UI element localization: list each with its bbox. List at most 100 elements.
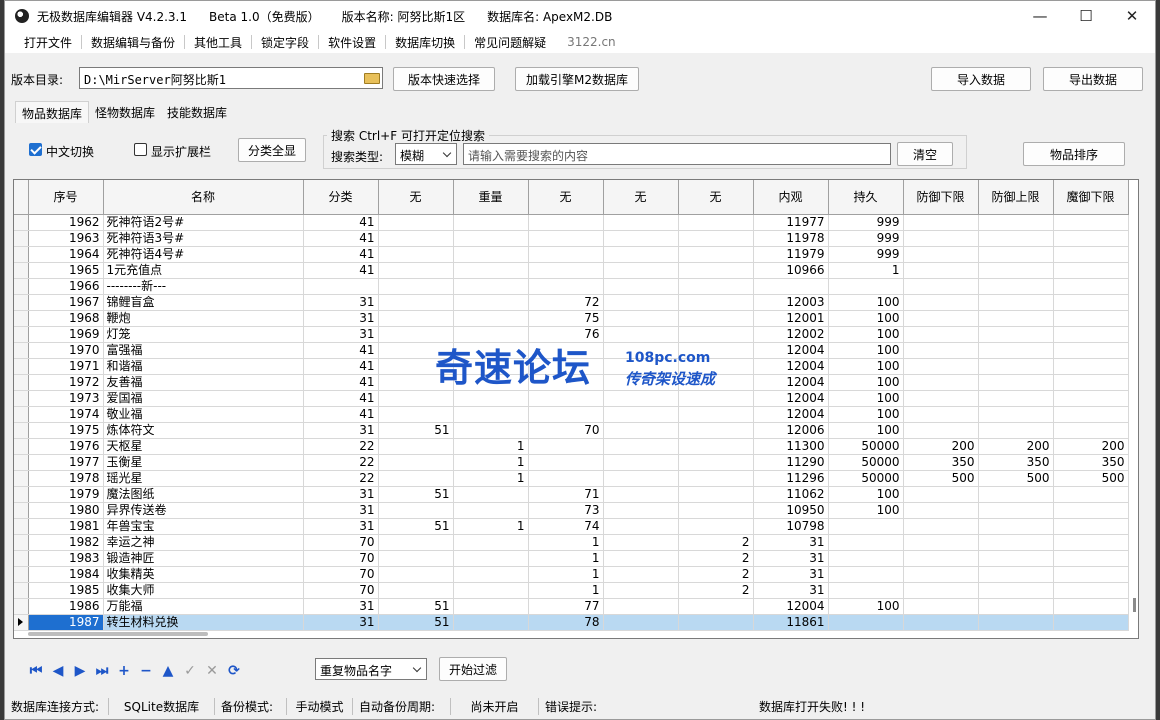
row-indicator[interactable] bbox=[14, 390, 29, 407]
table-cell[interactable]: 12004 bbox=[753, 342, 829, 359]
close-button[interactable]: ✕ bbox=[1109, 1, 1155, 31]
column-header[interactable]: 无 bbox=[603, 180, 679, 215]
items-grid[interactable]: 序号 名称 分类无重量无无无内观 持久 防御下限 防御上限 魔御下限 1962 死神符语2号#… bbox=[13, 179, 1139, 639]
row-indicator[interactable] bbox=[14, 550, 29, 567]
menu-faq[interactable]: 常见问题解疑 bbox=[465, 34, 555, 51]
table-cell[interactable] bbox=[603, 470, 679, 487]
table-cell[interactable]: 11296 bbox=[753, 470, 829, 487]
table-cell[interactable]: 72 bbox=[528, 294, 604, 311]
table-cell[interactable]: 友善福 bbox=[103, 374, 304, 391]
table-cell[interactable]: 41 bbox=[303, 214, 379, 231]
table-cell[interactable]: 1 bbox=[453, 438, 529, 455]
table-cell[interactable] bbox=[603, 502, 679, 519]
table-cell[interactable]: 500 bbox=[978, 470, 1054, 487]
table-cell[interactable] bbox=[1053, 294, 1129, 311]
table-row[interactable]: 1967 锦鲤盲盒 31 72 12003 100 bbox=[14, 294, 1129, 311]
table-row[interactable]: 1982 幸运之神 70 1 2 31 bbox=[14, 534, 1129, 551]
table-cell[interactable] bbox=[678, 406, 754, 423]
table-cell[interactable] bbox=[603, 598, 679, 615]
table-cell[interactable]: 1966 bbox=[28, 278, 104, 295]
delete-record-icon[interactable]: − bbox=[135, 662, 157, 680]
table-cell[interactable] bbox=[1053, 406, 1129, 423]
table-cell[interactable]: 瑶光星 bbox=[103, 470, 304, 487]
table-cell[interactable]: 12004 bbox=[753, 598, 829, 615]
table-cell[interactable] bbox=[603, 294, 679, 311]
table-cell[interactable] bbox=[903, 502, 979, 519]
table-cell[interactable]: 1969 bbox=[28, 326, 104, 343]
table-cell[interactable]: 1 bbox=[528, 582, 604, 599]
table-cell[interactable] bbox=[603, 230, 679, 247]
menu-lock-fields[interactable]: 锁定字段 bbox=[252, 34, 318, 51]
maximize-button[interactable]: ☐ bbox=[1063, 1, 1109, 31]
table-cell[interactable]: 锻造神匠 bbox=[103, 550, 304, 567]
add-record-icon[interactable]: + bbox=[113, 662, 135, 680]
table-cell[interactable] bbox=[678, 422, 754, 439]
folder-icon[interactable] bbox=[364, 73, 380, 84]
table-cell[interactable] bbox=[978, 502, 1054, 519]
table-cell[interactable] bbox=[378, 534, 454, 551]
table-cell[interactable] bbox=[903, 390, 979, 407]
table-cell[interactable]: 1971 bbox=[28, 358, 104, 375]
table-cell[interactable]: 100 bbox=[828, 358, 904, 375]
table-cell[interactable]: 死神符语4号# bbox=[103, 246, 304, 263]
table-cell[interactable] bbox=[378, 326, 454, 343]
table-cell[interactable] bbox=[603, 326, 679, 343]
table-cell[interactable]: --------新--- bbox=[103, 278, 304, 295]
table-cell[interactable]: 50000 bbox=[828, 470, 904, 487]
table-cell[interactable]: 100 bbox=[828, 342, 904, 359]
table-cell[interactable] bbox=[978, 566, 1054, 583]
menu-db-switch[interactable]: 数据库切换 bbox=[386, 34, 464, 51]
table-cell[interactable]: 1986 bbox=[28, 598, 104, 615]
row-indicator[interactable] bbox=[14, 454, 29, 471]
row-indicator[interactable] bbox=[14, 214, 29, 231]
table-cell[interactable]: 100 bbox=[828, 390, 904, 407]
table-cell[interactable] bbox=[903, 518, 979, 535]
table-cell[interactable] bbox=[903, 422, 979, 439]
table-cell[interactable]: 70 bbox=[528, 422, 604, 439]
row-indicator[interactable] bbox=[14, 486, 29, 503]
table-cell[interactable]: 收集大师 bbox=[103, 582, 304, 599]
table-cell[interactable] bbox=[453, 534, 529, 551]
table-cell[interactable]: 200 bbox=[978, 438, 1054, 455]
table-row[interactable]: 1978 瑶光星 22 1 11296 50000 500 500 500 bbox=[14, 470, 1129, 487]
table-cell[interactable]: 1963 bbox=[28, 230, 104, 247]
table-cell[interactable]: 1965 bbox=[28, 262, 104, 279]
table-cell[interactable]: 999 bbox=[828, 246, 904, 263]
table-cell[interactable] bbox=[903, 598, 979, 615]
table-cell[interactable] bbox=[978, 342, 1054, 359]
quick-select-button[interactable]: 版本快速选择 bbox=[393, 67, 495, 91]
table-cell[interactable] bbox=[978, 310, 1054, 327]
minimize-button[interactable]: — bbox=[1017, 1, 1063, 31]
table-cell[interactable] bbox=[453, 598, 529, 615]
table-cell[interactable]: 50000 bbox=[828, 438, 904, 455]
table-cell[interactable]: 1978 bbox=[28, 470, 104, 487]
table-cell[interactable] bbox=[903, 550, 979, 567]
table-cell[interactable]: 31 bbox=[303, 326, 379, 343]
table-cell[interactable]: 41 bbox=[303, 262, 379, 279]
row-indicator[interactable] bbox=[14, 582, 29, 599]
table-cell[interactable] bbox=[828, 550, 904, 567]
menu-other-tools[interactable]: 其他工具 bbox=[185, 34, 251, 51]
column-header[interactable]: 分类 bbox=[303, 180, 379, 215]
table-cell[interactable]: 31 bbox=[753, 550, 829, 567]
table-cell[interactable]: 31 bbox=[303, 614, 379, 631]
table-cell[interactable] bbox=[453, 294, 529, 311]
table-cell[interactable]: 2 bbox=[678, 534, 754, 551]
table-cell[interactable] bbox=[453, 566, 529, 583]
cancel-record-icon[interactable]: ✕ bbox=[201, 662, 223, 680]
table-row[interactable]: 1962 死神符语2号# 41 11977 999 bbox=[14, 214, 1129, 231]
table-cell[interactable]: 1元充值点 bbox=[103, 262, 304, 279]
table-cell[interactable]: 73 bbox=[528, 502, 604, 519]
table-cell[interactable] bbox=[678, 390, 754, 407]
table-row[interactable]: 1987 转生材料兑换 31 51 78 11861 bbox=[14, 614, 1129, 631]
chinese-switch-checkbox[interactable] bbox=[29, 143, 42, 156]
table-cell[interactable] bbox=[378, 294, 454, 311]
table-cell[interactable]: 50000 bbox=[828, 454, 904, 471]
table-cell[interactable] bbox=[303, 278, 379, 295]
table-cell[interactable] bbox=[828, 614, 904, 631]
column-header[interactable]: 重量 bbox=[453, 180, 529, 215]
table-cell[interactable] bbox=[378, 454, 454, 471]
table-cell[interactable] bbox=[453, 310, 529, 327]
table-cell[interactable] bbox=[603, 454, 679, 471]
table-cell[interactable]: 11062 bbox=[753, 486, 829, 503]
